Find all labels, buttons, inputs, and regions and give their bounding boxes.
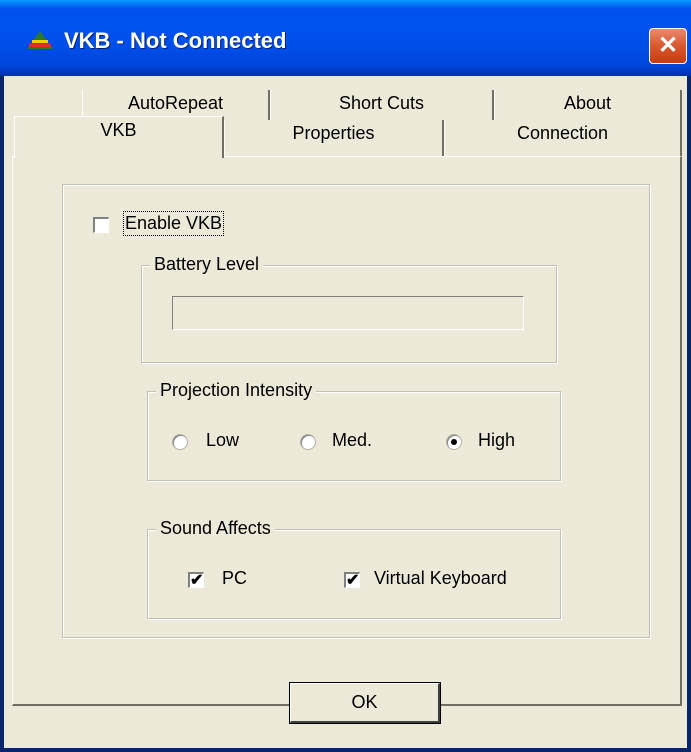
battery-level-bar (172, 296, 524, 330)
tab-label: About (563, 93, 612, 113)
radio-low-label[interactable]: Low (206, 430, 239, 451)
battery-level-title: Battery Level (150, 254, 264, 275)
ok-button[interactable]: OK (289, 682, 441, 724)
radio-selected-dot (451, 439, 457, 445)
checkmark-icon: ✔ (346, 572, 360, 589)
enable-vkb-label[interactable]: Enable VKB (122, 211, 225, 236)
tab-short-cuts[interactable]: Short Cuts (270, 90, 494, 120)
tab-properties[interactable]: Properties (224, 120, 444, 156)
close-icon: ✕ (657, 32, 679, 59)
sound-affects-title: Sound Affects (156, 518, 275, 539)
radio-low[interactable] (172, 434, 188, 450)
pc-sound-label[interactable]: PC (222, 568, 247, 589)
checkmark-icon: ✔ (190, 572, 204, 589)
dialog-body: AutoRepeat Short Cuts About VKB Properti… (4, 76, 687, 748)
radio-med[interactable] (300, 434, 316, 450)
projection-intensity-group: Projection Intensity Low Med. High (147, 380, 561, 481)
tab-label: Short Cuts (338, 93, 425, 113)
pc-sound-checkbox[interactable]: ✔ (188, 572, 204, 589)
window-title: VKB - Not Connected (64, 28, 287, 53)
radio-med-label[interactable]: Med. (332, 430, 372, 451)
battery-level-group: Battery Level (141, 254, 557, 363)
tab-label: AutoRepeat (127, 93, 224, 113)
virtual-keyboard-sound-checkbox[interactable]: ✔ (344, 572, 360, 589)
tab-label: VKB (100, 120, 137, 140)
tab-label: Properties (292, 123, 375, 143)
close-button[interactable]: ✕ (649, 28, 687, 64)
radio-high-label[interactable]: High (478, 430, 515, 451)
enable-vkb-checkbox[interactable] (93, 217, 109, 233)
tab-vkb[interactable]: VKB (14, 116, 224, 158)
vkb-triangle-icon (27, 31, 53, 49)
dialog-window: VKB - Not Connected ✕ AutoRepeat Short C… (0, 0, 691, 752)
sound-affects-group: Sound Affects ✔ PC ✔ Virtual Keyboard (147, 518, 561, 619)
radio-high[interactable] (446, 434, 462, 450)
projection-intensity-title: Projection Intensity (156, 380, 317, 401)
tab-connection[interactable]: Connection (444, 120, 682, 156)
vkb-settings-frame: Enable VKB Battery Level Projection Inte… (62, 184, 650, 638)
virtual-keyboard-sound-label[interactable]: Virtual Keyboard (374, 568, 507, 589)
title-bar[interactable]: VKB - Not Connected ✕ (0, 0, 691, 76)
tab-label: Connection (516, 123, 609, 143)
tab-about[interactable]: About (494, 90, 682, 120)
